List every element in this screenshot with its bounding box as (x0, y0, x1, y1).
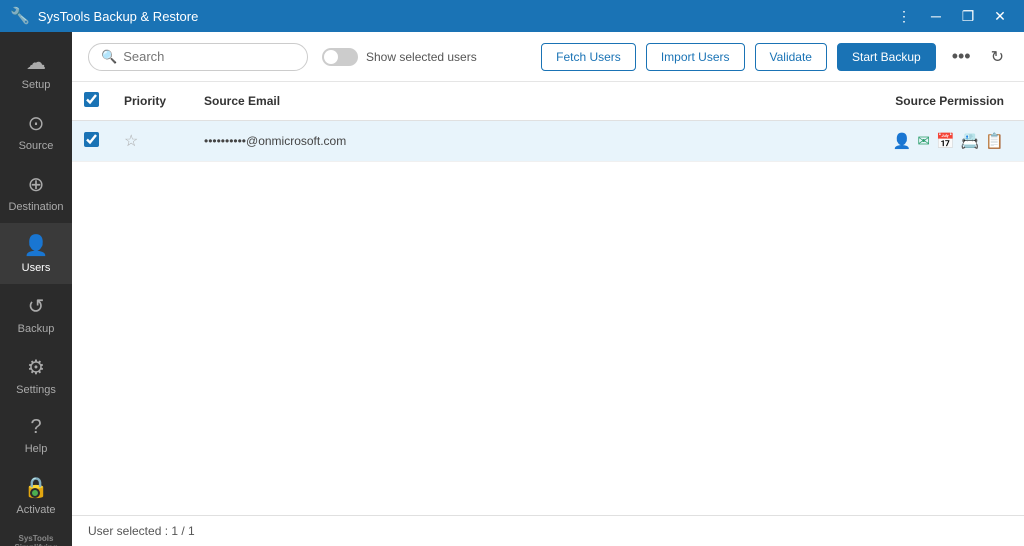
sidebar-label-settings: Settings (16, 384, 56, 396)
sidebar-bottom: ? Help 🔒 Activate SysTools Simplifying T… (0, 406, 72, 546)
destination-icon: ⊕ (28, 172, 45, 197)
sidebar-label-destination: Destination (8, 201, 63, 213)
menu-button[interactable]: ⋮ (890, 2, 918, 30)
row-email: ••••••••••@onmicrosoft.com (204, 134, 346, 148)
permission-icons: 👤 ✉ 📅 📇 📋 (651, 132, 1004, 150)
header-source-email: Source Email (192, 82, 639, 121)
minimize-button[interactable]: ─ (922, 2, 950, 30)
fetch-users-button[interactable]: Fetch Users (541, 43, 636, 71)
sidebar-item-backup[interactable]: ↺ Backup (0, 284, 72, 345)
table-row: ☆ ••••••••••@onmicrosoft.com 👤 ✉ 📅 📇 (72, 121, 1024, 162)
sidebar-item-help[interactable]: ? Help (0, 406, 72, 465)
calendar-permission-icon[interactable]: 📅 (936, 132, 955, 150)
select-all-checkbox[interactable] (84, 92, 99, 107)
main-layout: ☁ Setup ⊙ Source ⊕ Destination 👤 Users ↺… (0, 32, 1024, 546)
sidebar-item-destination[interactable]: ⊕ Destination (0, 162, 72, 223)
title-bar-controls: ⋮ ─ ❐ ✕ (890, 2, 1014, 30)
status-text: User selected : 1 / 1 (88, 524, 195, 538)
status-bar: User selected : 1 / 1 (72, 515, 1024, 546)
setup-icon: ☁ (26, 50, 46, 75)
sidebar-label-users: Users (22, 262, 51, 274)
validate-button[interactable]: Validate (755, 43, 827, 71)
source-icon: ⊙ (28, 111, 45, 136)
sidebar-label-backup: Backup (18, 323, 55, 335)
more-options-icon[interactable]: ••• (946, 42, 977, 71)
row-checkbox[interactable] (84, 132, 99, 147)
close-button[interactable]: ✕ (986, 2, 1014, 30)
sidebar-label-activate: Activate (16, 504, 55, 516)
mail-permission-icon[interactable]: ✉ (917, 132, 930, 150)
toggle-label: Show selected users (366, 50, 477, 64)
sidebar-item-setup[interactable]: ☁ Setup (0, 40, 72, 101)
app-title: SysTools Backup & Restore (38, 9, 198, 24)
app-icon: 🔧 (10, 6, 30, 26)
toggle-knob (324, 50, 338, 64)
contacts-permission-icon[interactable]: 📇 (961, 132, 980, 150)
search-icon: 🔍 (101, 49, 117, 65)
import-users-button[interactable]: Import Users (646, 43, 745, 71)
row-checkbox-cell (72, 121, 112, 162)
help-icon: ? (30, 416, 41, 439)
sidebar: ☁ Setup ⊙ Source ⊕ Destination 👤 Users ↺… (0, 32, 72, 546)
table-header-row: Priority Source Email Source Permission (72, 82, 1024, 121)
sidebar-item-settings[interactable]: ⚙ Settings (0, 345, 72, 406)
users-icon: 👤 (24, 233, 49, 258)
table-area: Priority Source Email Source Permission … (72, 82, 1024, 515)
show-selected-toggle[interactable] (322, 48, 358, 66)
row-email-cell: ••••••••••@onmicrosoft.com (192, 121, 639, 162)
search-input[interactable] (123, 49, 295, 64)
tasks-permission-icon[interactable]: 📋 (985, 132, 1004, 150)
users-table: Priority Source Email Source Permission … (72, 82, 1024, 162)
sidebar-label-source: Source (19, 140, 54, 152)
toolbar: 🔍 Show selected users Fetch Users Import… (72, 32, 1024, 82)
backup-icon: ↺ (28, 294, 45, 319)
sidebar-item-activate[interactable]: 🔒 Activate (0, 465, 72, 526)
header-checkbox-col (72, 82, 112, 121)
maximize-button[interactable]: ❐ (954, 2, 982, 30)
settings-icon: ⚙ (27, 355, 45, 380)
activate-badge: 🔒 (24, 475, 49, 500)
title-bar-left: 🔧 SysTools Backup & Restore (10, 6, 198, 26)
refresh-icon[interactable]: ↻ (987, 43, 1008, 71)
search-box[interactable]: 🔍 (88, 43, 308, 71)
header-source-permission: Source Permission (639, 82, 1024, 121)
sidebar-label-setup: Setup (22, 79, 51, 91)
content-area: 🔍 Show selected users Fetch Users Import… (72, 32, 1024, 546)
row-permission-cell: 👤 ✉ 📅 📇 📋 (639, 121, 1024, 162)
toggle-container: Show selected users (322, 48, 477, 66)
sidebar-logo: SysTools Simplifying Technology (0, 526, 72, 546)
row-priority-cell: ☆ (112, 121, 192, 162)
sidebar-item-users[interactable]: 👤 Users (0, 223, 72, 284)
sidebar-label-help: Help (25, 443, 48, 455)
start-backup-button[interactable]: Start Backup (837, 43, 936, 71)
header-priority: Priority (112, 82, 192, 121)
sidebar-item-source[interactable]: ⊙ Source (0, 101, 72, 162)
logo-text: SysTools (4, 534, 68, 543)
priority-star-icon[interactable]: ☆ (124, 133, 138, 150)
person-permission-icon[interactable]: 👤 (893, 132, 912, 150)
title-bar: 🔧 SysTools Backup & Restore ⋮ ─ ❐ ✕ (0, 0, 1024, 32)
